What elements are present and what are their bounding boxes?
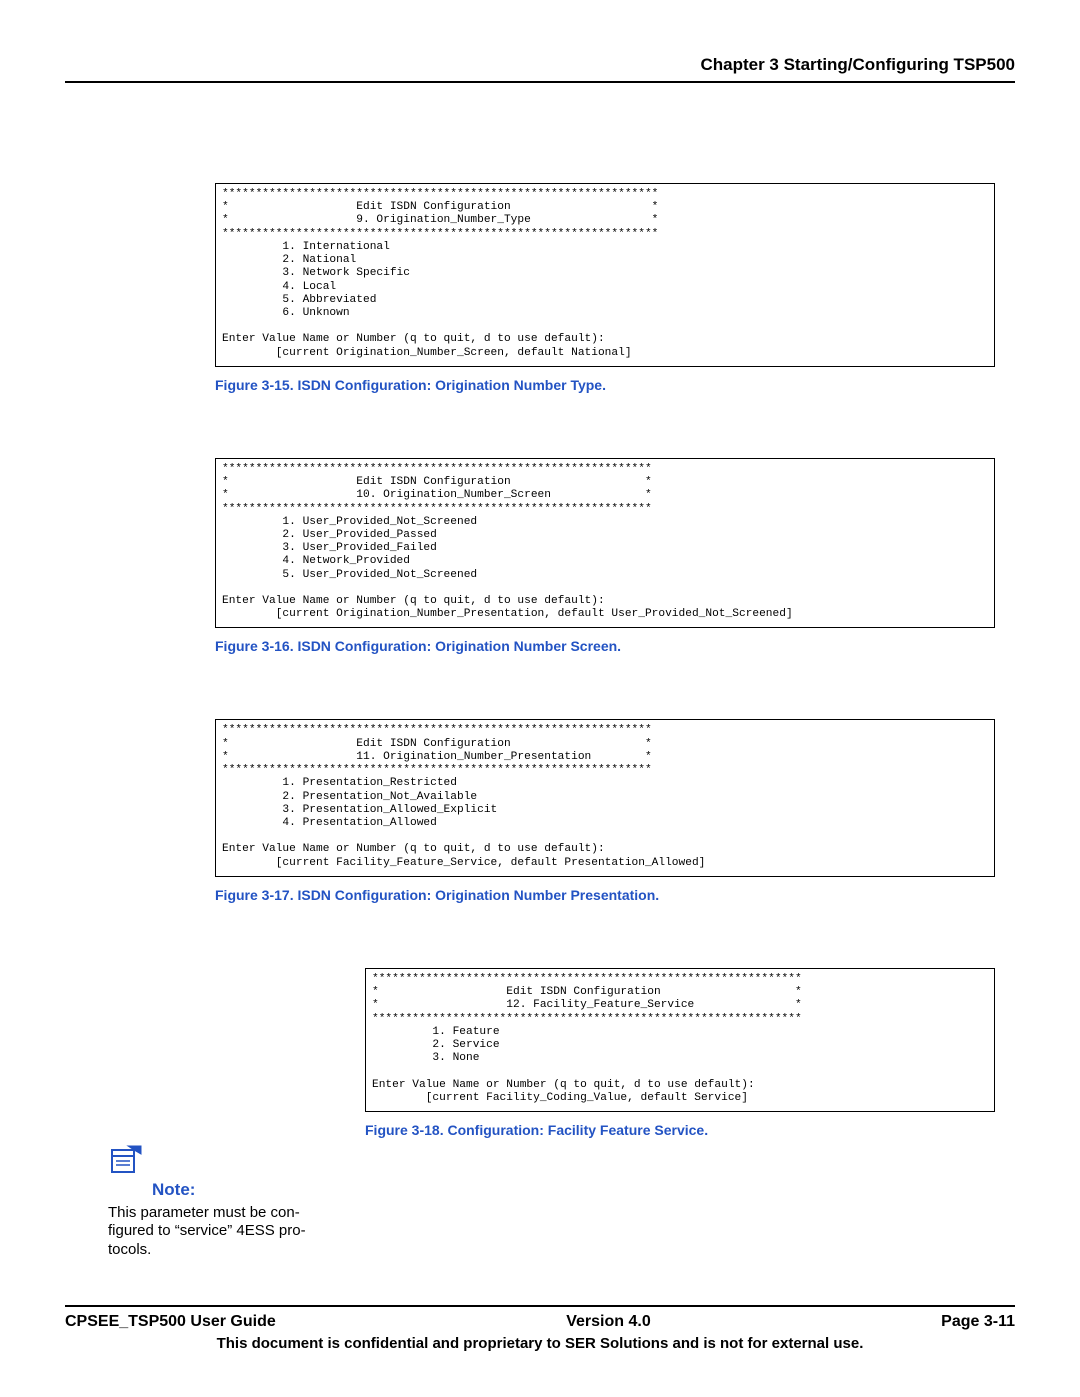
footer-doc-title: CPSEE_TSP500 User Guide (65, 1313, 276, 1331)
figure-caption-16: Figure 3-16. ISDN Configuration: Origina… (215, 638, 995, 654)
figure-caption-17: Figure 3-17. ISDN Configuration: Origina… (215, 887, 995, 903)
figure-3-18: ****************************************… (365, 968, 995, 1138)
note-text: This parameter must be con- figured to “… (108, 1204, 343, 1259)
terminal-block-18: ****************************************… (365, 968, 995, 1112)
terminal-block-17: ****************************************… (215, 719, 995, 876)
figure-caption-18: Figure 3-18. Configuration: Facility Fea… (365, 1122, 995, 1138)
footer-version: Version 4.0 (566, 1313, 651, 1331)
figure-3-17: ****************************************… (215, 719, 995, 902)
terminal-block-16: ****************************************… (215, 458, 995, 629)
note-label: Note: (152, 1180, 195, 1199)
figure-3-16: ****************************************… (215, 458, 995, 655)
figure-3-15: ****************************************… (215, 183, 995, 393)
figure-caption-15: Figure 3-15. ISDN Configuration: Origina… (215, 377, 995, 393)
chapter-title: Chapter 3 Starting/Configuring TSP500 (65, 55, 1015, 83)
terminal-block-15: ****************************************… (215, 183, 995, 367)
footer-confidentiality: This document is confidential and propri… (65, 1335, 1015, 1352)
note-block: Note: This parameter must be con- figure… (108, 1144, 343, 1259)
note-icon (108, 1144, 144, 1178)
footer-page: Page 3-11 (941, 1313, 1015, 1331)
page-footer: CPSEE_TSP500 User Guide Version 4.0 Page… (65, 1305, 1015, 1352)
